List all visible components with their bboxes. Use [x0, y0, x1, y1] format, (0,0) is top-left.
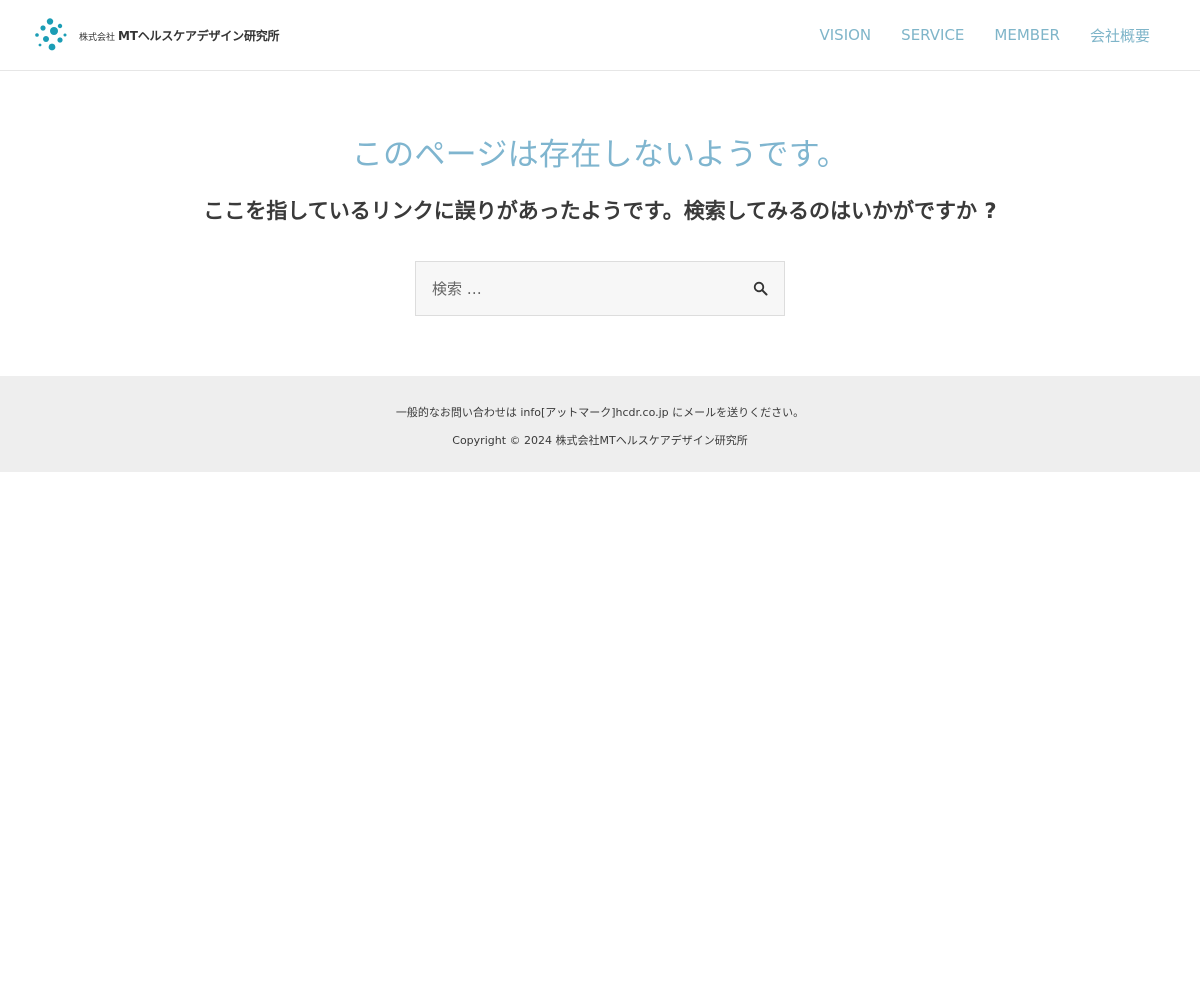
nav-item-service[interactable]: SERVICE	[901, 26, 964, 44]
logo-company-prefix: 株式会社	[79, 32, 116, 43]
site-footer: 一般的なお問い合わせは info[アットマーク]hcdr.co.jp にメールを…	[0, 376, 1200, 472]
nav-item-vision[interactable]: VISION	[820, 26, 872, 44]
logo-company-name: MTヘルスケアデザイン研究所	[118, 28, 280, 43]
main-nav: VISION SERVICE MEMBER 会社概要	[790, 0, 1151, 70]
nav-item-member[interactable]: MEMBER	[994, 26, 1060, 44]
main-content: このページは存在しないようです。 ここを指しているリンクに誤りがあったようです。…	[0, 71, 1200, 376]
search-button[interactable]	[748, 276, 774, 302]
page-title: このページは存在しないようです。	[351, 137, 849, 173]
nav-item-company[interactable]: 会社概要	[1090, 25, 1150, 46]
search-icon	[753, 281, 768, 296]
logo-text: 株式会社 MTヘルスケアデザイン研究所	[79, 27, 280, 44]
not-found-message: ここを指しているリンクに誤りがあったようです。検索してみるのはいかがですか ?	[203, 199, 997, 223]
search-form	[415, 261, 785, 316]
site-logo[interactable]: 株式会社 MTヘルスケアデザイン研究所	[34, 18, 280, 52]
footer-contact-text: 一般的なお問い合わせは info[アットマーク]hcdr.co.jp にメールを…	[395, 406, 805, 419]
site-header: 株式会社 MTヘルスケアデザイン研究所 VISION SERVICE MEMBE…	[0, 0, 1200, 71]
search-input[interactable]	[416, 262, 736, 315]
footer-copyright: Copyright © 2024 株式会社MTヘルスケアデザイン研究所	[452, 434, 748, 447]
logo-dots-icon	[35, 18, 67, 51]
